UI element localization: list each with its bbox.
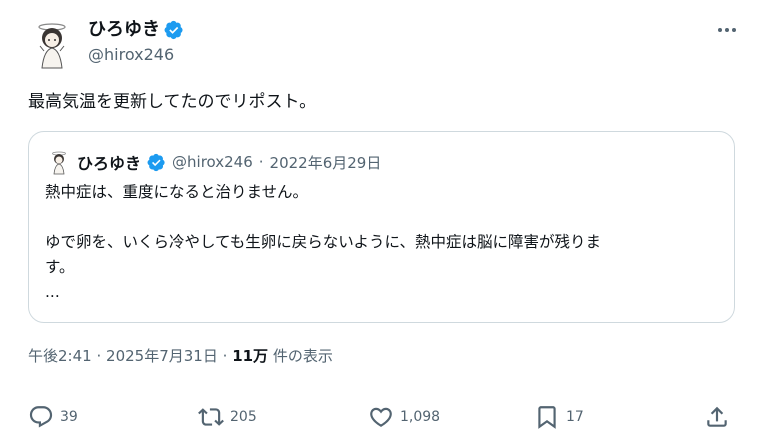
quoted-header: ひろゆき @hirox246 · 2022年6月29日 <box>47 148 381 176</box>
quoted-ellipsis: ... <box>45 283 60 301</box>
quoted-avatar <box>47 148 71 176</box>
tweet-date[interactable]: 2025年7月31日 <box>106 347 218 365</box>
quoted-line: ゆで卵を、いくら冷やしても生卵に戻らないように、熱中症は脳に障害が残りま <box>45 233 601 251</box>
like-count: 1,098 <box>400 409 441 425</box>
display-name[interactable]: ひろゆき <box>88 18 160 42</box>
quoted-line: す。 <box>45 258 75 276</box>
quoted-text: 熱中症は、重度になると治りません。 ゆで卵を、いくら冷やしても生卵に戻らないよう… <box>45 180 720 305</box>
repost-icon <box>198 408 224 426</box>
bookmark-count: 17 <box>566 409 584 425</box>
quoted-tweet[interactable]: ひろゆき @hirox246 · 2022年6月29日 熱中症は、重度になると治… <box>28 131 735 323</box>
like-button[interactable]: 1,098 <box>368 404 440 430</box>
bookmark-button[interactable]: 17 <box>534 404 584 430</box>
meta-separator: · <box>222 347 228 365</box>
more-icon <box>718 28 736 32</box>
quoted-handle: @hirox246 <box>172 153 253 171</box>
more-button[interactable] <box>714 20 740 40</box>
bookmark-icon <box>538 406 556 429</box>
share-button[interactable] <box>704 404 730 430</box>
tweet-meta: 午後2:41 · 2025年7月31日 · 11万 件の表示 <box>28 345 333 366</box>
quoted-display-name: ひろゆき <box>77 154 142 173</box>
view-count[interactable]: 11万 <box>232 347 268 365</box>
action-bar: 39 205 1,098 17 <box>28 404 740 438</box>
quoted-separator: · <box>258 153 264 171</box>
repost-button[interactable]: 205 <box>198 404 257 430</box>
tweet-text: 最高気温を更新してたのでリポスト。 <box>28 92 317 112</box>
repost-count: 205 <box>230 409 257 425</box>
tweet-time[interactable]: 午後2:41 <box>28 347 92 365</box>
reply-icon <box>29 406 53 428</box>
share-icon <box>707 406 727 427</box>
avatar[interactable] <box>28 18 76 70</box>
reply-count: 39 <box>60 409 78 425</box>
view-label[interactable]: 件の表示 <box>273 347 333 365</box>
meta-separator: · <box>96 347 102 365</box>
quoted-line: 熱中症は、重度になると治りません。 <box>45 183 309 201</box>
tweet-header: ひろゆき @hirox246 <box>28 14 740 70</box>
reply-button[interactable]: 39 <box>28 404 78 430</box>
quoted-date[interactable]: 2022年6月29日 <box>270 152 382 173</box>
verified-badge-icon <box>164 20 184 40</box>
like-icon <box>370 407 392 427</box>
author-block: ひろゆき @hirox246 <box>88 18 184 66</box>
author-handle[interactable]: @hirox246 <box>88 44 184 66</box>
verified-badge-icon <box>147 153 166 172</box>
